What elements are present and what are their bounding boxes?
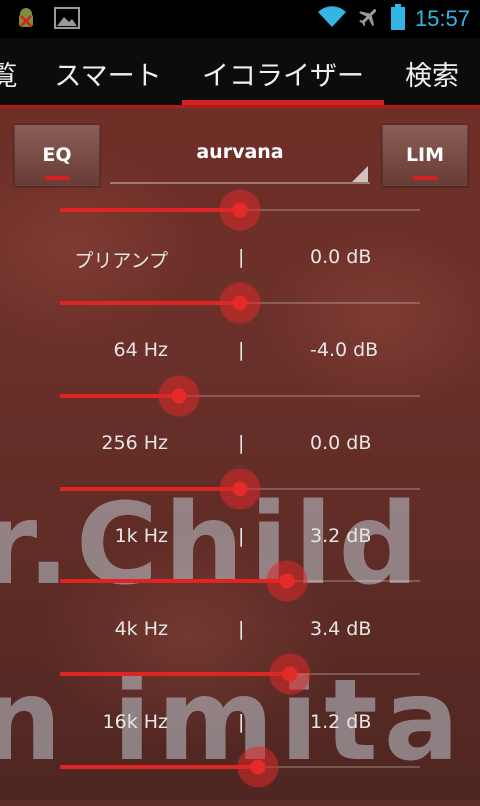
slider-thumb[interactable] xyxy=(157,375,200,417)
band-row-256hz: 256 Hz | 0.0 dB xyxy=(0,432,480,462)
slider-thumb[interactable] xyxy=(237,746,279,788)
band-label: 16k Hz xyxy=(102,711,168,733)
band-value: 3.2 dB xyxy=(310,525,372,547)
lim-toggle-label: LIM xyxy=(405,144,445,166)
slider-fill xyxy=(60,672,291,676)
slider-fill xyxy=(60,765,258,769)
band-separator: | xyxy=(238,246,245,268)
slider-thumb[interactable] xyxy=(219,468,261,510)
slider-fill xyxy=(60,579,287,583)
band-row-64hz: 64 Hz | -4.0 dB xyxy=(0,339,480,369)
airplane-icon xyxy=(357,5,381,33)
tab-bar-underline xyxy=(0,105,480,108)
slider-thumb[interactable] xyxy=(219,189,261,231)
tab-library[interactable]: 覧 xyxy=(0,38,24,108)
band-row-16khz: 16k Hz | 1.2 dB xyxy=(0,711,480,741)
preset-dropdown[interactable]: aurvana xyxy=(110,124,370,184)
band-label: 64 Hz xyxy=(113,339,168,361)
eq-toggle-button[interactable]: EQ xyxy=(14,124,100,186)
band-separator: | xyxy=(238,711,245,733)
slider-64hz[interactable] xyxy=(0,375,480,435)
band-separator: | xyxy=(238,525,245,547)
battery-icon xyxy=(390,4,405,34)
band-value: -4.0 dB xyxy=(310,339,379,361)
slider-thumb[interactable] xyxy=(269,653,312,695)
slider-4khz[interactable] xyxy=(0,653,480,713)
preset-name: aurvana xyxy=(196,141,284,163)
slider-fill xyxy=(60,301,240,305)
tab-smart[interactable]: スマート xyxy=(38,38,178,108)
tab-equalizer[interactable]: イコライザー xyxy=(182,38,384,108)
band-label: 256 Hz xyxy=(101,432,168,454)
slider-thumb[interactable] xyxy=(265,560,308,602)
band-label: 1k Hz xyxy=(114,525,168,547)
clock: 15:57 xyxy=(414,6,470,31)
top-slider[interactable] xyxy=(0,189,480,249)
band-separator: | xyxy=(238,432,245,454)
eq-indicator xyxy=(45,176,69,180)
band-row-4khz: 4k Hz | 3.4 dB xyxy=(0,618,480,648)
tab-equalizer-label: イコライザー xyxy=(202,60,364,92)
eq-toggle-label: EQ xyxy=(42,144,72,166)
lim-indicator xyxy=(413,176,437,180)
android-bug-icon xyxy=(14,6,38,34)
band-separator: | xyxy=(238,618,245,640)
slider-thumb[interactable] xyxy=(219,282,261,324)
status-bar: 15:57 xyxy=(0,0,480,38)
image-icon xyxy=(54,6,80,34)
band-value: 3.4 dB xyxy=(310,618,372,640)
slider-1khz[interactable] xyxy=(0,560,480,620)
band-label: プリアンプ xyxy=(74,250,168,272)
band-row-1khz: 1k Hz | 3.2 dB xyxy=(0,525,480,555)
band-label: 4k Hz xyxy=(114,618,168,640)
lim-toggle-button[interactable]: LIM xyxy=(382,124,468,186)
band-separator: | xyxy=(238,339,245,361)
band-row-preamp: プリアンプ | 0.0 dB xyxy=(0,246,480,276)
slider-preamp[interactable] xyxy=(0,282,480,342)
wifi-icon xyxy=(317,5,347,33)
preset-underline xyxy=(110,182,370,184)
slider-fill xyxy=(60,208,240,212)
tab-search[interactable]: 検索 xyxy=(394,38,470,108)
tab-bar: 覧 スマート イコライザー 検索 xyxy=(0,38,480,108)
slider-16khz[interactable] xyxy=(0,746,480,806)
dropdown-caret-icon xyxy=(352,166,368,182)
slider-256hz[interactable] xyxy=(0,468,480,528)
slider-fill xyxy=(60,487,240,491)
band-value: 0.0 dB xyxy=(310,246,372,268)
band-value: 0.0 dB xyxy=(310,432,372,454)
band-value: 1.2 dB xyxy=(310,711,372,733)
